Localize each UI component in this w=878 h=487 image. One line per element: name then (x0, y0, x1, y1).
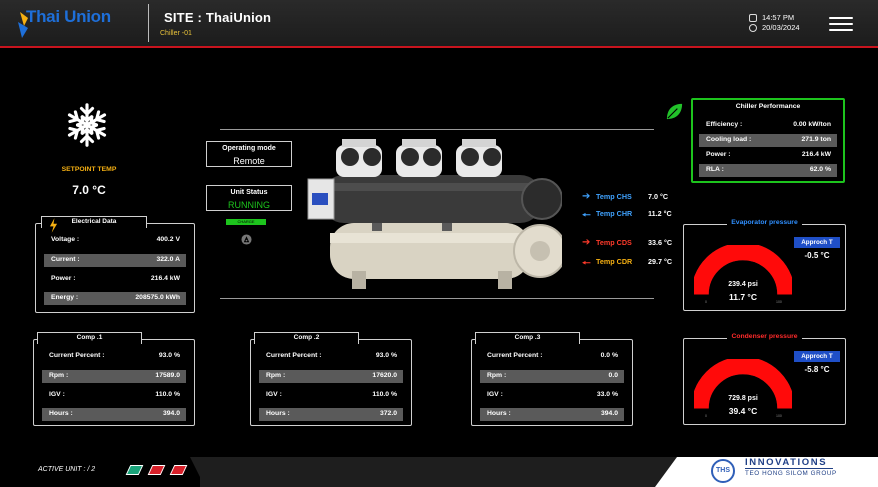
calendar-icon (749, 14, 757, 22)
setpoint-value: 7.0 °C (72, 183, 106, 197)
comp-1-panel: Comp .1 Current Percent :93.0 % Rpm :175… (33, 332, 195, 426)
evaporator-panel: Evaporator pressure 0 100 239.4 psi 11.7… (683, 219, 846, 311)
comp-2-panel: Comp .2 Current Percent :93.0 % Rpm :176… (250, 332, 412, 426)
table-row: Energy :208575.0 kWh (44, 292, 186, 305)
evaporator-psi: 239.4 psi (728, 281, 758, 288)
performance-panel: Chiller Performance Efficiency :0.00 kW/… (691, 98, 845, 183)
operating-mode-box: Operating mode Remote (206, 141, 292, 167)
evaporator-approch-label: Approch T (794, 237, 840, 248)
electrical-title: Electrical Data (71, 218, 117, 225)
evaporator-temp: 11.7 °C (729, 292, 757, 302)
table-row: Hours :394.0 (480, 408, 624, 421)
snowflake-icon (65, 103, 109, 147)
condenser-psi: 729.8 psi (728, 395, 758, 402)
setpoint-label: SETPOINT TEMP (61, 166, 117, 173)
table-row: IGV :33.0 % (487, 391, 618, 398)
leaf-icon (666, 103, 683, 120)
table-row: Current Percent :93.0 % (266, 352, 397, 359)
gauge-max: 100 (776, 414, 782, 418)
divider-top (220, 129, 654, 130)
table-row: Efficiency :0.00 kW/ton (706, 121, 831, 128)
evaporator-approch-value: -0.5 °C (804, 251, 830, 260)
table-row: Voltage :400.2 V (51, 236, 180, 243)
comp-3-panel: Comp .3 Current Percent :0.0 % Rpm :0.0 … (471, 332, 633, 426)
electrical-panel: Electrical Data Voltage :400.2 V Current… (35, 216, 195, 313)
charge-badge: CHARGE (226, 219, 266, 225)
active-unit-label: ACTIVE UNIT : / 2 (38, 466, 96, 473)
gauge-fill (694, 245, 792, 295)
condenser-temp: 39.4 °C (728, 406, 758, 416)
table-row: RLA :62.0 % (699, 164, 837, 177)
arrow-left-icon: 🠔 (582, 258, 591, 269)
arrow-right-icon: ➔ (582, 191, 591, 202)
operating-mode-label: Operating mode (222, 145, 276, 152)
header-divider (148, 4, 149, 42)
condenser-approch-label: Approch T (794, 351, 840, 362)
table-row: IGV :110.0 % (49, 391, 180, 398)
brand-group: TEO HONG SILOM GROUP (745, 470, 837, 477)
logo-text: Thai Union (26, 7, 111, 26)
brand-name: INNOVATIONS (745, 457, 828, 468)
table-row: Rpm :17589.0 (42, 370, 186, 383)
table-row: Rpm :17620.0 (259, 370, 403, 383)
time-text: 14:57 PM (762, 13, 795, 22)
table-row: Cooling load :271.9 ton (699, 134, 837, 147)
comp-3-tab: Comp .3 (475, 332, 580, 344)
evaporator-title: Evaporator pressure (727, 219, 802, 226)
header-bar: Thai Union SITE : ThaiUnion Chiller -01 … (0, 0, 878, 48)
site-title: SITE : ThaiUnion (164, 10, 272, 25)
brand-divider (745, 468, 833, 469)
table-row: Current :322.0 A (44, 254, 186, 267)
table-row: Hours :394.0 (42, 408, 186, 421)
condenser-title: Condenser pressure (727, 333, 802, 340)
table-row: Power :216.4 kW (706, 151, 831, 158)
lightning-icon (49, 218, 58, 233)
gauge-max: 100 (776, 300, 782, 304)
condenser-approch-value: -5.8 °C (804, 365, 830, 374)
chiller-image (307, 139, 562, 289)
comp-1-tab: Comp .1 (37, 332, 142, 344)
unit-status-label: Unit Status (230, 189, 268, 196)
unit-status-box: Unit Status RUNNING (206, 185, 292, 211)
table-row: Current Percent :93.0 % (49, 352, 180, 359)
operating-mode-value: Remote (233, 156, 265, 166)
performance-title: Chiller Performance (735, 103, 801, 110)
comp-2-tab: Comp .2 (254, 332, 359, 344)
gauge-min: 0 (705, 300, 707, 304)
table-row: Hours :372.0 (259, 408, 403, 421)
date-text: 20/03/2024 (762, 23, 800, 32)
unit-status-value: RUNNING (228, 200, 270, 210)
menu-icon[interactable] (829, 17, 853, 33)
gauge-fill (694, 359, 792, 409)
clock-icon (749, 24, 757, 32)
alarm-icon[interactable] (241, 234, 252, 245)
table-row: Current Percent :0.0 % (487, 352, 618, 359)
condenser-panel: Condenser pressure 0 100 729.8 psi 39.4 … (683, 333, 846, 425)
arrow-left-icon: 🠔 (582, 210, 591, 221)
table-row: Power :216.4 kW (51, 275, 180, 282)
arrow-right-icon: ➔ (582, 237, 591, 248)
gauge-min: 0 (705, 414, 707, 418)
ths-logo-icon: THS (711, 459, 735, 483)
clock: 14:57 PM 20/03/2024 (749, 13, 800, 33)
divider-bottom (220, 298, 654, 299)
table-row: IGV :110.0 % (266, 391, 397, 398)
table-row: Rpm :0.0 (480, 370, 624, 383)
chiller-selector[interactable]: Chiller -01 (160, 30, 192, 37)
